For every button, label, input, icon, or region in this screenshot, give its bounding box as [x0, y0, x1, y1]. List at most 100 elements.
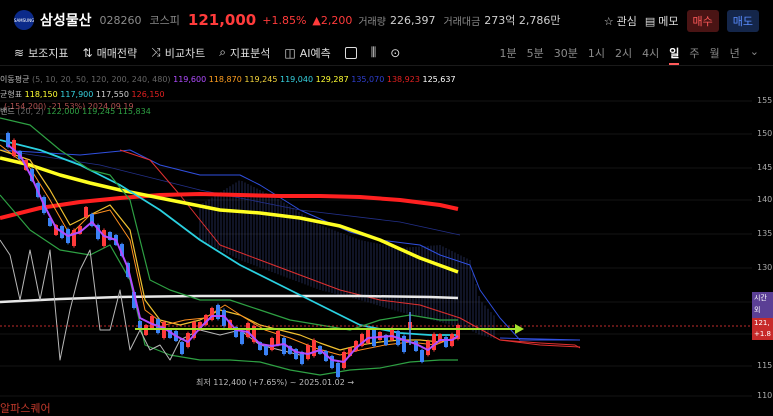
candle-body	[72, 230, 76, 246]
bollinger-value-0: 122,000	[46, 107, 80, 116]
low-price-annotation: 최저 112,400 (+7.65%) ~ 2025.01.02 →	[196, 378, 355, 387]
price-chart[interactable]	[0, 66, 773, 416]
period-year[interactable]: 년	[730, 45, 740, 65]
screenshot-button[interactable]: ⊙	[390, 46, 400, 60]
memo-button[interactable]: ▤ 메모	[645, 13, 679, 29]
memo-icon: ▤	[644, 14, 656, 28]
axis-label-150: 150	[757, 129, 773, 138]
ichimoku-value-2: 117,550	[93, 90, 129, 99]
candle-body	[336, 363, 340, 377]
strategy-icon: ⇅	[82, 45, 93, 60]
period-30min[interactable]: 30분	[554, 45, 578, 65]
chart-toolbar: ≋ 보조지표 ⇅ 매매전략 ⤨ 비교차트 ⌕ 지표분석 ◫ AI예측 ⫼ ⊙ 1…	[0, 40, 773, 66]
axis-label-130: 130	[757, 263, 773, 272]
bollinger-value-2: 115,834	[115, 107, 151, 116]
compare-icon: ⤨	[151, 45, 161, 59]
ichimoku-legend: 균형표 118,150 117,900 117,550 126,150	[0, 89, 165, 100]
period-4hour[interactable]: 4시	[642, 45, 659, 65]
candle-body	[264, 345, 268, 355]
stock-name: 삼성물산	[40, 13, 92, 29]
indicator-icon: ≋	[14, 45, 25, 60]
bollinger-legend-params: (20, 2)	[17, 107, 44, 116]
ichimoku-legend-name: 균형표	[0, 90, 23, 99]
ma-value-0: 119,600	[173, 75, 207, 84]
ma-value-3: 119,040	[277, 75, 314, 84]
amount-value: 273억 2,786만	[484, 14, 561, 27]
axis-label-115: 115	[757, 361, 773, 370]
strategy-button[interactable]: ⇅ 매매전략	[83, 45, 138, 61]
ma-value-4: 129,287	[313, 75, 349, 84]
prediction-arrow-head	[515, 324, 524, 334]
period-day[interactable]: 일	[669, 45, 680, 65]
ma-240-line	[0, 192, 459, 220]
candle-body	[180, 342, 184, 354]
ichimoku-value-0: 118,150	[24, 90, 58, 99]
sell-button[interactable]: 매도	[726, 10, 759, 32]
period-week[interactable]: 주	[689, 45, 699, 65]
ma-value-7: 125,637	[419, 75, 456, 84]
candle-body	[84, 207, 88, 217]
bollinger-legend: 밴드 (20, 2) 122,000 119,245 115,834	[0, 106, 151, 117]
axis-label-145: 145	[757, 163, 773, 172]
ma-legend-name: 이동평균	[0, 75, 30, 84]
period-1min[interactable]: 1분	[500, 45, 517, 65]
change-percent: +1.85%	[262, 13, 307, 27]
axis-label-135: 135	[757, 229, 773, 238]
compare-button[interactable]: ⤨ 비교차트	[151, 45, 205, 61]
chevron-down-icon[interactable]: ⌄	[750, 45, 759, 65]
ai-icon: ◫	[284, 45, 296, 60]
bollinger-legend-values: 122,000 119,245 115,834	[46, 107, 150, 116]
bollinger-value-1: 119,245	[79, 107, 116, 116]
ma-value-1: 118,870	[206, 75, 242, 84]
analysis-button[interactable]: ⌕ 지표분석	[219, 45, 270, 61]
star-icon: ☆	[603, 14, 614, 28]
candle-type-button[interactable]: ⫼	[371, 45, 377, 60]
current-price-badge: 121, +1.8	[752, 318, 773, 340]
candle-body	[276, 331, 280, 345]
ichimoku-value-3: 126,150	[128, 90, 165, 99]
ma-legend-params: (5, 10, 20, 50, 120, 200, 240, 480)	[32, 75, 171, 84]
candle-body	[366, 329, 370, 343]
stock-header: SAMSUNG 삼성물산 028260 코스피 121,000 +1.85% ▲…	[0, 0, 773, 40]
period-selector: 1분 5분 30분 1시 2시 4시 일 주 월 년 ⌄	[500, 45, 759, 65]
candle-body	[102, 230, 106, 246]
ma-value-6: 138,923	[384, 75, 420, 84]
candle-body	[432, 334, 436, 350]
square-tool-icon[interactable]	[344, 46, 357, 59]
current-price: 121,000	[187, 11, 257, 29]
candle-body	[240, 332, 244, 344]
period-2hour[interactable]: 2시	[615, 45, 632, 65]
ai-predict-button[interactable]: ◫ AI예측	[284, 45, 330, 61]
period-month[interactable]: 월	[710, 45, 720, 65]
axis-label-155: 155	[757, 96, 773, 105]
volume-value: 226,397	[389, 13, 436, 27]
indicator-button[interactable]: ≋ 보조지표	[14, 45, 69, 61]
watch-button[interactable]: ☆ 관심	[604, 13, 637, 29]
after-hours-badge: 시간외 121,	[752, 292, 773, 318]
candle-body	[138, 321, 142, 329]
ma-value-5: 135,070	[348, 75, 385, 84]
chart-layers	[0, 117, 752, 379]
ma-legend-values: 119,600 118,870 119,245 119,040 129,287 …	[173, 75, 455, 84]
chart-grid	[0, 100, 752, 397]
candle-body	[270, 338, 274, 350]
ma-legend: 이동평균 (5, 10, 20, 50, 120, 200, 240, 480)…	[0, 74, 456, 85]
candle-body	[306, 345, 310, 359]
stock-code: 028260	[99, 13, 142, 27]
analysis-icon: ⌕	[219, 45, 226, 59]
buy-button[interactable]: 매수	[686, 10, 719, 32]
volume-label: 거래량	[358, 16, 386, 28]
header-actions: ☆ 관심 ▤ 메모 매수 매도	[604, 10, 759, 32]
ichimoku-legend-values: 118,150 117,900 117,550 126,150	[25, 90, 165, 99]
company-logo: SAMSUNG	[14, 10, 34, 30]
ichimoku-value-1: 117,900	[57, 90, 94, 99]
axis-label-140: 140	[757, 195, 773, 204]
axis-label-110: 110	[757, 391, 773, 400]
camera-icon: ⊙	[390, 45, 401, 60]
period-5min[interactable]: 5분	[527, 45, 544, 65]
amount-label: 거래대금	[443, 16, 481, 28]
period-1hour[interactable]: 1시	[588, 45, 605, 65]
candle-body	[402, 336, 406, 352]
ma-value-2: 119,245	[241, 75, 278, 84]
bollinger-legend-name: 밴드	[0, 107, 15, 116]
